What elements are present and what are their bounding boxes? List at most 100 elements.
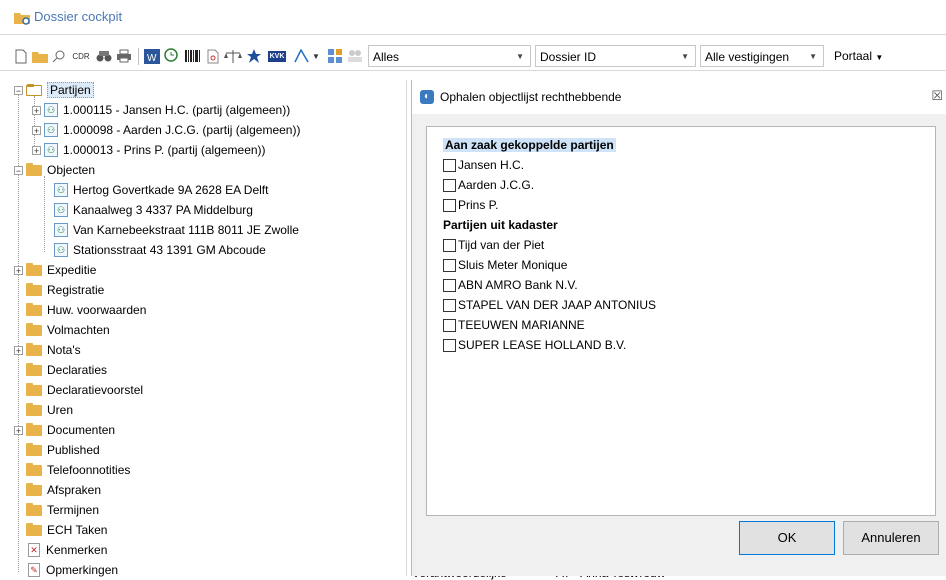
party-label: Aarden J.C.G. (458, 178, 535, 192)
tree-node-object[interactable]: ⚇ Stationsstraat 43 1391 GM Abcoude (54, 240, 266, 260)
tree-node-registratie[interactable]: Registratie (26, 280, 104, 300)
expand-icon[interactable]: + (32, 105, 41, 115)
expand-icon[interactable]: + (32, 125, 41, 135)
field-combo-value: Dossier ID (540, 50, 597, 64)
tree-node-kenmerken[interactable]: ✕ Kenmerken (28, 540, 107, 560)
party-label: Sluis Meter Monique (458, 258, 568, 272)
grid-filter-icon[interactable] (326, 48, 344, 64)
location-combo[interactable]: Alle vestigingen ▼ (700, 45, 824, 67)
chevron-down-icon: ▼ (681, 52, 689, 61)
tree-node-label: Hertog Govertkade 9A 2628 EA Delft (73, 183, 269, 197)
window-titlebar: Dossier cockpit (0, 0, 946, 35)
ok-button[interactable]: OK (739, 521, 835, 555)
portal-menu-button[interactable]: Portaal ▼ (834, 45, 883, 67)
checkbox[interactable] (443, 258, 456, 272)
expand-icon[interactable]: + (14, 425, 23, 435)
party-label: TEEUWEN MARIANNE (458, 318, 585, 332)
tree-node-termijnen[interactable]: Termijnen (26, 500, 99, 520)
chevron-down-icon: ▼ (875, 53, 884, 62)
chevron-down-icon: ▼ (516, 52, 524, 61)
checkbox[interactable] (443, 238, 456, 252)
party-checkbox-item[interactable]: Tijd van der Piet (443, 235, 544, 255)
tree-node-label: Documenten (47, 423, 116, 437)
checkbox[interactable] (443, 298, 456, 312)
party-checkbox-item[interactable]: Aarden J.C.G. (443, 175, 534, 195)
tree-node-uren[interactable]: Uren (26, 400, 73, 420)
tree-node-partij[interactable]: + ⚇ 1.000115 - Jansen H.C. (partij (alge… (32, 100, 290, 120)
star-icon[interactable] (246, 48, 262, 64)
open-folder-icon[interactable] (32, 48, 48, 64)
people-search-icon[interactable] (346, 48, 364, 64)
checkbox[interactable] (443, 278, 456, 292)
collapse-icon[interactable]: − (14, 165, 23, 175)
location-combo-value: Alle vestigingen (705, 50, 790, 64)
tree-node-published[interactable]: Published (26, 440, 100, 460)
dialog-titlebar: ◐ Ophalen objectlijst rechthebbende ☒ (412, 80, 946, 114)
tree-node-documenten[interactable]: + Documenten (14, 420, 115, 440)
binoculars-icon[interactable] (96, 48, 112, 64)
party-checkbox-item[interactable]: TEEUWEN MARIANNE (443, 315, 585, 335)
cdr-icon[interactable]: CDR (70, 48, 92, 64)
tree-node-expeditie[interactable]: + Expeditie (14, 260, 96, 280)
person-icon: ⚇ (44, 143, 58, 157)
print-icon[interactable] (116, 48, 132, 64)
party-checkbox-item[interactable]: Sluis Meter Monique (443, 255, 567, 275)
checkbox[interactable] (443, 178, 456, 192)
pdf-icon[interactable] (206, 48, 220, 64)
tree-node-object[interactable]: ⚇ Van Karnebeekstraat 111B 8011 JE Zwoll… (54, 220, 299, 240)
opmerkingen-icon: ✎ (28, 563, 40, 577)
checkbox[interactable] (443, 158, 456, 172)
tree-node-partijen[interactable]: − Partijen (14, 80, 94, 100)
tree-node-label: Opmerkingen (46, 563, 119, 577)
search-document-icon[interactable] (52, 48, 66, 64)
checkbox[interactable] (443, 198, 456, 212)
expand-icon[interactable]: + (14, 345, 23, 355)
tree-node-object[interactable]: ⚇ Kanaalweg 3 4337 PA Middelburg (54, 200, 253, 220)
tree-line (44, 176, 45, 252)
kvk-icon[interactable]: KVK (266, 48, 288, 64)
collapse-icon[interactable]: − (14, 85, 23, 95)
expand-icon[interactable]: + (14, 265, 23, 275)
party-checkbox-item[interactable]: Prins P. (443, 195, 498, 215)
tree-node-ech-taken[interactable]: ECH Taken (26, 520, 107, 540)
filter-combo-value: Alles (373, 50, 400, 64)
tree-node-objecten[interactable]: − Objecten (14, 160, 95, 180)
party-checkbox-item[interactable]: STAPEL VAN DER JAAP ANTONIUS (443, 295, 656, 315)
clock-search-icon[interactable] (164, 48, 180, 64)
field-combo[interactable]: Dossier ID ▼ (535, 45, 696, 67)
tree-node-label: Afspraken (47, 483, 102, 497)
tree-node-notas[interactable]: + Nota's (14, 340, 81, 360)
tree-node-opmerkingen[interactable]: ✎ Opmerkingen (28, 560, 118, 580)
checkbox[interactable] (443, 338, 456, 352)
section-header-kadaster: Partijen uit kadaster (443, 215, 558, 235)
close-icon[interactable]: ☒ (931, 88, 943, 104)
tree-node-declaratievoorstel[interactable]: Declaratievoorstel (26, 380, 143, 400)
tree-node-huw-voorwaarden[interactable]: Huw. voorwaarden (26, 300, 146, 320)
new-document-icon[interactable] (14, 48, 28, 64)
folder-icon (26, 302, 42, 316)
party-checkbox-item[interactable]: SUPER LEASE HOLLAND B.V. (443, 335, 626, 355)
expand-icon[interactable]: + (32, 145, 41, 155)
tree-node-declaraties[interactable]: Declaraties (26, 360, 107, 380)
folder-icon (26, 402, 42, 416)
party-checkbox-item[interactable]: ABN AMRO Bank N.V. (443, 275, 578, 295)
filter-combo[interactable]: Alles ▼ (368, 45, 531, 67)
cancel-button[interactable]: Annuleren (843, 521, 939, 555)
tree-node-partij[interactable]: + ⚇ 1.000098 - Aarden J.C.G. (partij (al… (32, 120, 300, 140)
signature-dropdown-chevron-icon[interactable]: ▼ (312, 48, 320, 64)
tree-node-telefoonnotities[interactable]: Telefoonnotities (26, 460, 130, 480)
tree-node-volmachten[interactable]: Volmachten (26, 320, 110, 340)
checkbox[interactable] (443, 318, 456, 332)
folder-icon (26, 262, 42, 276)
tree-node-label: Kenmerken (46, 543, 108, 557)
folder-icon (26, 282, 42, 296)
tree-node-afspraken[interactable]: Afspraken (26, 480, 101, 500)
party-checkbox-item[interactable]: Jansen H.C. (443, 155, 524, 175)
folder-icon (26, 342, 42, 356)
scales-icon[interactable] (224, 48, 242, 64)
signature-icon[interactable] (292, 48, 312, 64)
tree-node-object[interactable]: ⚇ Hertog Govertkade 9A 2628 EA Delft (54, 180, 268, 200)
tree-node-partij[interactable]: + ⚇ 1.000013 - Prins P. (partij (algemee… (32, 140, 266, 160)
word-icon[interactable]: W (144, 48, 160, 64)
barcode-icon[interactable] (184, 48, 202, 64)
